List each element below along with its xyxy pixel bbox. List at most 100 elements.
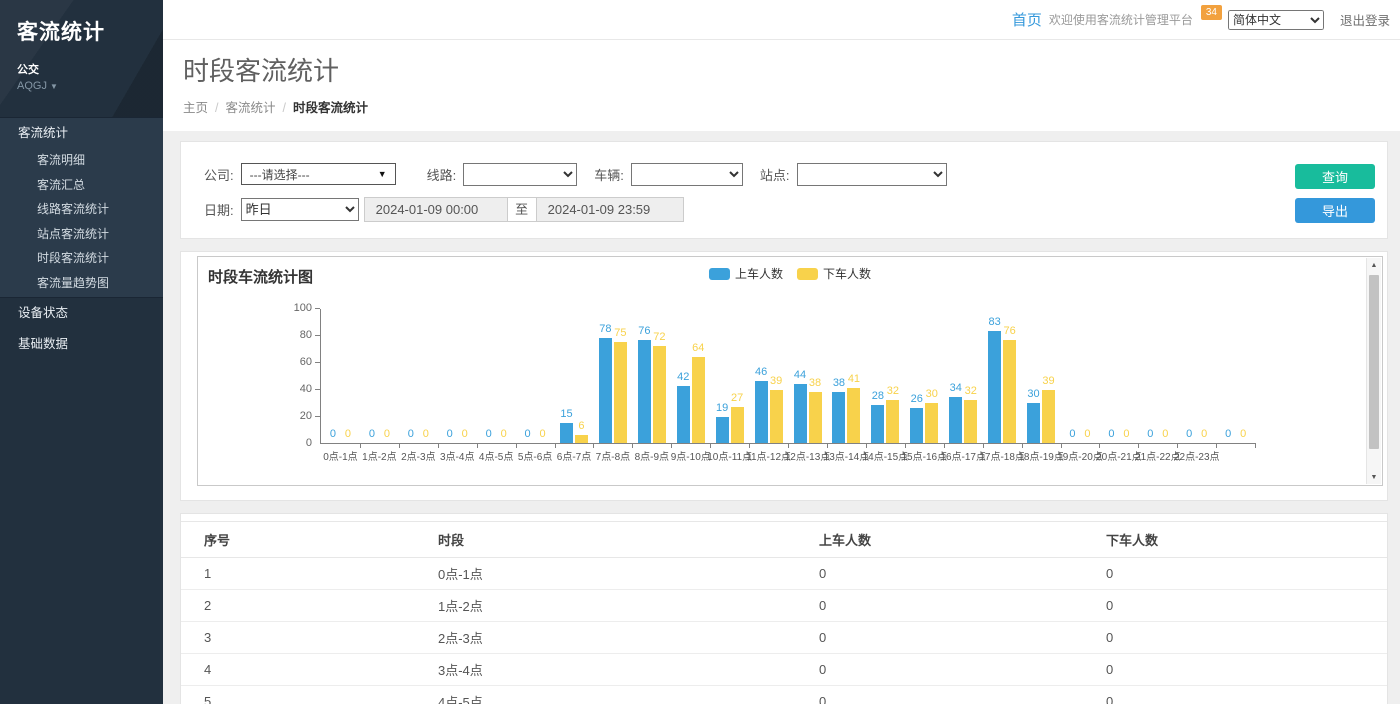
bar-value-label: 19: [716, 402, 728, 414]
sidebar-item-line-stats[interactable]: 线路客流统计: [0, 197, 163, 222]
query-button[interactable]: 查询: [1295, 164, 1375, 189]
line-select[interactable]: [463, 163, 577, 186]
y-axis-tick: [315, 389, 320, 390]
sidebar-item-trend-chart[interactable]: 客流量趋势图: [0, 271, 163, 296]
y-axis-tick: [315, 416, 320, 417]
breadcrumb-current: 时段客流统计: [293, 101, 368, 115]
bar: 39: [770, 390, 783, 443]
scroll-down-arrow-icon[interactable]: ▼: [1367, 470, 1381, 484]
date-from-input[interactable]: 2024-01-09 00:00: [364, 197, 508, 222]
sidebar-item-basic-data[interactable]: 基础数据: [0, 329, 163, 360]
bar-value-label: 0: [1147, 428, 1153, 440]
bar: 30: [925, 403, 938, 444]
sidebar: 客流统计 公交 AQGJ ▼ 客流统计 客流明细 客流汇总 线路客流统计 站点客…: [0, 0, 163, 704]
x-axis-label: 0点-1点: [323, 448, 357, 463]
bar-group: 837617点-18点: [983, 309, 1022, 443]
sidebar-item-period-stats[interactable]: 时段客流统计: [0, 246, 163, 271]
bar-value-label: 26: [911, 393, 923, 405]
sidebar-item-passenger-summary[interactable]: 客流汇总: [0, 173, 163, 198]
date-to-input[interactable]: 2024-01-09 23:59: [536, 197, 684, 222]
bar: 15: [560, 423, 573, 443]
bar-group: 001点-2点: [360, 309, 399, 443]
bar-group: 443812点-13点: [788, 309, 827, 443]
x-axis-label: 2点-3点: [401, 448, 435, 463]
bar-value-label: 27: [731, 392, 743, 404]
x-axis-label: 4点-5点: [479, 448, 513, 463]
x-axis-label: 1点-2点: [362, 448, 396, 463]
account-dropdown[interactable]: AQGJ ▼: [17, 80, 163, 92]
sidebar-submenu: 客流明细 客流汇总 线路客流统计 站点客流统计 时段客流统计 客流量趋势图: [0, 148, 163, 298]
bar-value-label: 38: [833, 377, 845, 389]
home-link[interactable]: 首页: [1012, 9, 1042, 30]
station-label: 站点:: [760, 165, 790, 184]
topbar: 首页 欢迎使用客流统计管理平台 34 简体中文 退出登录: [163, 0, 1400, 40]
export-button[interactable]: 导出: [1295, 198, 1375, 223]
bar-value-label: 41: [848, 373, 860, 385]
bar-group: 283214点-15点: [866, 309, 905, 443]
legend-item[interactable]: 下车人数: [797, 265, 871, 282]
sidebar-item-passenger-stats[interactable]: 客流统计: [0, 117, 163, 148]
date-preset-select[interactable]: 昨日: [241, 198, 359, 221]
sidebar-item-device-status[interactable]: 设备状态: [0, 298, 163, 329]
x-axis-label: 5点-6点: [518, 448, 552, 463]
scroll-up-arrow-icon[interactable]: ▲: [1367, 258, 1381, 272]
bar: 46: [755, 381, 768, 443]
col-header-period: 时段: [415, 522, 796, 558]
bar: 28: [871, 405, 884, 443]
vehicle-label: 车辆:: [594, 165, 624, 184]
table-header-row: 序号 时段 上车人数 下车人数: [181, 522, 1387, 558]
logout-link[interactable]: 退出登录: [1340, 10, 1390, 29]
sidebar-item-passenger-detail[interactable]: 客流明细: [0, 148, 163, 173]
bar-value-label: 0: [540, 428, 546, 440]
bar-value-label: 0: [1225, 428, 1231, 440]
chart-panel: 时段车流统计图 上车人数下车人数 020406080100000点-1点001点…: [180, 251, 1388, 501]
station-select[interactable]: [797, 163, 947, 186]
bar: 42: [677, 386, 690, 443]
bar: 19: [716, 417, 729, 443]
company-select[interactable]: ---请选择--- ▼: [241, 163, 396, 185]
table-cell: 4: [181, 654, 415, 686]
chart-title: 时段车流统计图: [208, 266, 313, 287]
table-cell: 0: [1083, 686, 1387, 704]
vehicle-select[interactable]: [631, 163, 743, 186]
bar-value-label: 0: [345, 428, 351, 440]
bar-value-label: 64: [692, 342, 704, 354]
chart-scrollbar[interactable]: ▲ ▼: [1366, 258, 1381, 484]
scrollbar-thumb[interactable]: [1369, 275, 1379, 449]
table-body: 10点-1点0021点-2点0032点-3点0043点-4点0054点-5点00…: [181, 558, 1387, 704]
bar: 34: [949, 397, 962, 443]
bar-value-label: 32: [965, 385, 977, 397]
language-select[interactable]: 简体中文: [1228, 10, 1324, 30]
app-title: 客流统计: [17, 16, 163, 46]
bar-value-label: 0: [1084, 428, 1090, 440]
logo-block: 客流统计 公交 AQGJ ▼: [0, 0, 163, 117]
breadcrumb-home[interactable]: 主页: [183, 101, 208, 115]
y-axis-label: 60: [300, 356, 312, 368]
sidebar-item-station-stats[interactable]: 站点客流统计: [0, 222, 163, 247]
bar-group: 0022点-23点: [1177, 309, 1216, 443]
bar-value-label: 39: [770, 375, 782, 387]
bar-value-label: 0: [423, 428, 429, 440]
bar: 75: [614, 342, 627, 443]
bar-value-label: 34: [950, 382, 962, 394]
bar-value-label: 0: [447, 428, 453, 440]
breadcrumb: 主页/客流统计/时段客流统计: [183, 97, 1400, 116]
bar: 44: [794, 384, 807, 443]
bar: 72: [653, 346, 666, 443]
bar-value-label: 72: [653, 331, 665, 343]
legend-item[interactable]: 上车人数: [709, 265, 783, 282]
bar-group: 78757点-8点: [593, 309, 632, 443]
bar-value-label: 0: [525, 428, 531, 440]
date-label: 日期:: [204, 200, 234, 219]
y-axis-label: 40: [300, 383, 312, 395]
bar: 64: [692, 357, 705, 443]
bar-group: 0021点-22点: [1138, 309, 1177, 443]
table-cell: 0: [796, 686, 1083, 704]
bar-value-label: 0: [462, 428, 468, 440]
legend-swatch-icon: [709, 268, 730, 280]
bar: 76: [1003, 340, 1016, 443]
legend-label: 上车人数: [735, 265, 783, 282]
table-cell: 1点-2点: [415, 590, 796, 622]
y-axis-label: 0: [306, 437, 312, 449]
breadcrumb-section[interactable]: 客流统计: [226, 101, 276, 115]
